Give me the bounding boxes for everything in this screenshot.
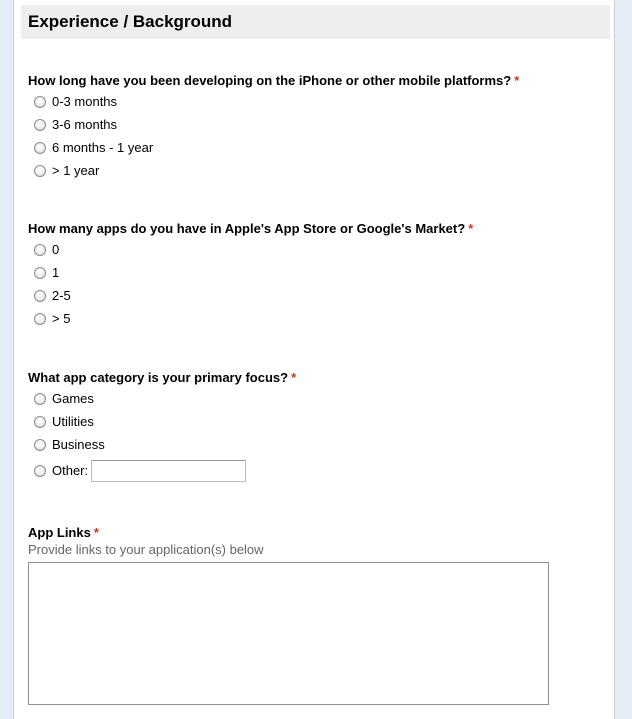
radio-option-other[interactable]: Other: bbox=[28, 456, 296, 485]
radio-button[interactable] bbox=[34, 266, 46, 279]
radio-button[interactable] bbox=[34, 141, 46, 154]
radio-button[interactable] bbox=[34, 164, 46, 177]
radio-button[interactable] bbox=[34, 289, 46, 302]
question-title: How long have you been developing on the… bbox=[28, 73, 520, 88]
radio-button[interactable] bbox=[34, 438, 46, 451]
option-label[interactable]: 6 months - 1 year bbox=[52, 140, 153, 155]
question-app-category: What app category is your primary focus?… bbox=[28, 369, 296, 485]
option-label[interactable]: 1 bbox=[52, 265, 59, 280]
app-links-textarea[interactable] bbox=[28, 562, 549, 705]
radio-button[interactable] bbox=[34, 392, 46, 405]
option-label[interactable]: 0-3 months bbox=[52, 94, 117, 109]
section-header: Experience / Background bbox=[21, 5, 610, 39]
option-label[interactable]: 2-5 bbox=[52, 288, 71, 303]
option-label[interactable]: Utilities bbox=[52, 414, 94, 429]
question-dev-experience: How long have you been developing on the… bbox=[28, 72, 519, 182]
radio-option[interactable]: Utilities bbox=[28, 410, 296, 433]
radio-button[interactable] bbox=[34, 243, 46, 256]
radio-option[interactable]: 2-5 bbox=[28, 284, 473, 307]
radio-option[interactable]: 0-3 months bbox=[28, 90, 519, 113]
form-card: Experience / Background How long have yo… bbox=[13, 0, 615, 719]
radio-option[interactable]: > 1 year bbox=[28, 159, 519, 182]
option-label[interactable]: 0 bbox=[52, 242, 59, 257]
radio-option[interactable]: > 5 bbox=[28, 307, 473, 330]
option-label[interactable]: > 5 bbox=[52, 311, 70, 326]
section-title: Experience / Background bbox=[28, 12, 233, 31]
radio-option[interactable]: 0 bbox=[28, 238, 473, 261]
radio-button[interactable] bbox=[34, 415, 46, 428]
question-app-count: How many apps do you have in Apple's App… bbox=[28, 220, 473, 330]
option-label[interactable]: Other: bbox=[52, 463, 88, 478]
question-title: App Links * bbox=[28, 525, 99, 540]
radio-button[interactable] bbox=[34, 118, 46, 131]
question-title: What app category is your primary focus?… bbox=[28, 370, 297, 385]
other-text-input[interactable] bbox=[91, 459, 247, 482]
required-asterisk: * bbox=[468, 221, 474, 236]
required-asterisk: * bbox=[291, 370, 297, 385]
radio-option[interactable]: 6 months - 1 year bbox=[28, 136, 519, 159]
radio-button[interactable] bbox=[34, 312, 46, 325]
option-label[interactable]: 3-6 months bbox=[52, 117, 117, 132]
question-title: How many apps do you have in Apple's App… bbox=[28, 221, 474, 236]
option-label[interactable]: Business bbox=[52, 437, 105, 452]
radio-button[interactable] bbox=[34, 95, 46, 108]
help-text: Provide links to your application(s) bel… bbox=[28, 542, 264, 557]
radio-option[interactable]: Business bbox=[28, 433, 296, 456]
option-label[interactable]: Games bbox=[52, 391, 94, 406]
required-asterisk: * bbox=[93, 525, 99, 540]
radio-option[interactable]: 3-6 months bbox=[28, 113, 519, 136]
radio-button[interactable] bbox=[34, 464, 46, 477]
option-label[interactable]: > 1 year bbox=[52, 163, 99, 178]
radio-option[interactable]: Games bbox=[28, 387, 296, 410]
required-asterisk: * bbox=[514, 73, 520, 88]
radio-option[interactable]: 1 bbox=[28, 261, 473, 284]
question-app-links: App Links * Provide links to your applica… bbox=[28, 524, 549, 705]
